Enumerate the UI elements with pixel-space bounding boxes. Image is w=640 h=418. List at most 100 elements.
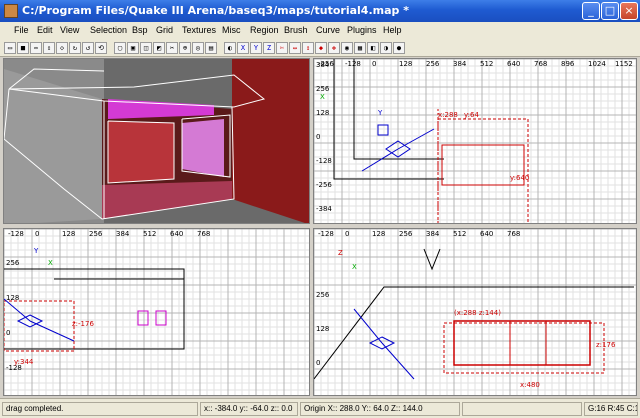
flip-z-icon[interactable]: ◇: [56, 42, 68, 54]
ruler-top-label: 768: [507, 230, 520, 238]
menu-file[interactable]: File: [14, 25, 29, 35]
ruler-top-label: 0: [345, 230, 349, 238]
entity-icon[interactable]: ●: [393, 42, 405, 54]
menu-selection[interactable]: Selection: [90, 25, 127, 35]
menu-view[interactable]: View: [60, 25, 79, 35]
rotate-x-icon[interactable]: ↻: [69, 42, 81, 54]
save-icon[interactable]: ■: [17, 42, 29, 54]
bend-icon[interactable]: ◑: [380, 42, 392, 54]
rotate-z-icon[interactable]: ⟲: [95, 42, 107, 54]
ruler-top-label: 640: [170, 230, 183, 238]
ruler-top-label: 896: [561, 60, 575, 68]
hollow-icon[interactable]: ◎: [192, 42, 204, 54]
camera-view[interactable]: [3, 58, 310, 224]
view-rotate-icon[interactable]: ◐: [224, 42, 236, 54]
csg-subtract-icon[interactable]: ✂: [166, 42, 178, 54]
view-change-icon[interactable]: ▤: [205, 42, 217, 54]
menu-bar: File Edit View Selection Bsp Grid Textur…: [0, 22, 640, 40]
xy-grid: -256 -128 0 128 256 384 512 640 768 896 1024 1152 12…: [314, 59, 636, 223]
xy-y-label: y:64: [464, 111, 479, 119]
texture-lock-icon[interactable]: ◆: [315, 42, 327, 54]
rotate-y-icon[interactable]: ↺: [82, 42, 94, 54]
select-complete-icon[interactable]: ▢: [114, 42, 126, 54]
menu-misc[interactable]: Misc: [222, 25, 241, 35]
ruler-left-label: 128: [6, 294, 19, 302]
ruler-top-label: 1024: [588, 60, 606, 68]
ruler-left-label: 0: [6, 329, 10, 337]
menu-curve[interactable]: Curve: [316, 25, 340, 35]
camera-icon[interactable]: ◉: [341, 42, 353, 54]
xz-view[interactable]: -128 0 128 256 384 512 640 768 256 128 0 -128 z:-17…: [3, 228, 310, 396]
menu-textures[interactable]: Textures: [182, 25, 216, 35]
xy-view[interactable]: -256 -128 0 128 256 384 512 640 768 896 1024 1152 12…: [313, 58, 637, 224]
camera-render: [4, 59, 309, 223]
maximize-button[interactable]: □: [601, 2, 619, 20]
xz-axis-x: X: [48, 259, 53, 267]
open-icon[interactable]: ▭: [4, 42, 16, 54]
title-bar[interactable]: C:/Program Files/Quake III Arena/baseq3/…: [0, 0, 640, 22]
ruler-top-label: 256: [426, 60, 440, 68]
y-view-icon[interactable]: Y: [250, 42, 262, 54]
ruler-top-label: -128: [8, 230, 24, 238]
ruler-top-label: 1152: [615, 60, 633, 68]
minimize-button[interactable]: _: [582, 2, 600, 20]
ruler-left-label: 256: [316, 85, 330, 93]
ruler-top-label: 512: [143, 230, 156, 238]
toolbar: ▭ ■ ⇔ ⇕ ◇ ↻ ↺ ⟲ ▢ ▣ ◫ ◩ ✂ ⊕ ◎ ▤ ◐ X Y Z ✄ ↔ ↕ ◆ ❖ ◉ ▦ ◧ ◑ ●: [0, 40, 640, 57]
ruler-top-label: -128: [318, 230, 334, 238]
ruler-left-label: 128: [316, 325, 329, 333]
menu-plugins[interactable]: Plugins: [347, 25, 377, 35]
ruler-left-label: 128: [316, 109, 329, 117]
clipper-icon[interactable]: ✄: [276, 42, 288, 54]
region-icon[interactable]: ◧: [367, 42, 379, 54]
yz-size-x-label: x:480: [520, 381, 540, 389]
x-view-icon[interactable]: X: [237, 42, 249, 54]
xy-x-label: x:288: [438, 111, 458, 119]
close-button[interactable]: ×: [620, 2, 638, 20]
menu-region[interactable]: Region: [250, 25, 279, 35]
select-inside-icon[interactable]: ◩: [153, 42, 165, 54]
cube-clip-icon[interactable]: ▦: [354, 42, 366, 54]
flip-y-icon[interactable]: ⇕: [43, 42, 55, 54]
csg-merge-icon[interactable]: ⊕: [179, 42, 191, 54]
ruler-top-label: 256: [89, 230, 103, 238]
status-grid: G:16 R:45 C:13 L:MR: [584, 402, 638, 416]
flip-x-icon[interactable]: ⇔: [30, 42, 42, 54]
scale-x-icon[interactable]: ↔: [289, 42, 301, 54]
ruler-top-label: 384: [453, 60, 467, 68]
menu-help[interactable]: Help: [383, 25, 402, 35]
yz-view[interactable]: -128 0 128 256 384 512 640 768 256 128 0 (x:288 z:…: [313, 228, 637, 396]
xy-axis-y: Y: [378, 109, 383, 117]
yz-axis-x: X: [352, 263, 357, 271]
xz-size-label: y:344: [14, 358, 34, 366]
app-window: C:/Program Files/Quake III Arena/baseq3/…: [0, 0, 640, 418]
select-partial-icon[interactable]: ◫: [140, 42, 152, 54]
ruler-left-label: -256: [316, 181, 332, 189]
select-touching-icon[interactable]: ▣: [127, 42, 139, 54]
menu-edit[interactable]: Edit: [37, 25, 53, 35]
status-bar: drag completed. x:: -384.0 y:: -64.0 z::…: [0, 398, 640, 418]
ruler-top-label: 384: [426, 230, 440, 238]
ruler-top-label: 768: [197, 230, 210, 238]
patch-icon[interactable]: ❖: [328, 42, 340, 54]
menu-bsp[interactable]: Bsp: [132, 25, 148, 35]
xy-size-label: y:640: [510, 174, 530, 182]
ruler-top-label: 128: [62, 230, 75, 238]
ruler-top-label: 768: [534, 60, 547, 68]
ruler-left-label: 256: [316, 291, 330, 299]
status-message: drag completed.: [2, 402, 198, 416]
ruler-left-label: 0: [316, 359, 320, 367]
ruler-top-label: 384: [116, 230, 130, 238]
menu-grid[interactable]: Grid: [156, 25, 173, 35]
scale-y-icon[interactable]: ↕: [302, 42, 314, 54]
ruler-top-label: 640: [480, 230, 493, 238]
menu-brush[interactable]: Brush: [284, 25, 308, 35]
ruler-left-label: 384: [316, 61, 330, 69]
ruler-top-label: 640: [507, 60, 520, 68]
yz-axis-z: Z: [338, 249, 343, 257]
ruler-top-label: -128: [345, 60, 361, 68]
xz-z-label: z:-176: [72, 320, 94, 328]
status-origin: Origin X:: 288.0 Y:: 64.0 Z:: 144.0: [300, 402, 460, 416]
status-extra: [462, 402, 582, 416]
z-view-icon[interactable]: Z: [263, 42, 275, 54]
